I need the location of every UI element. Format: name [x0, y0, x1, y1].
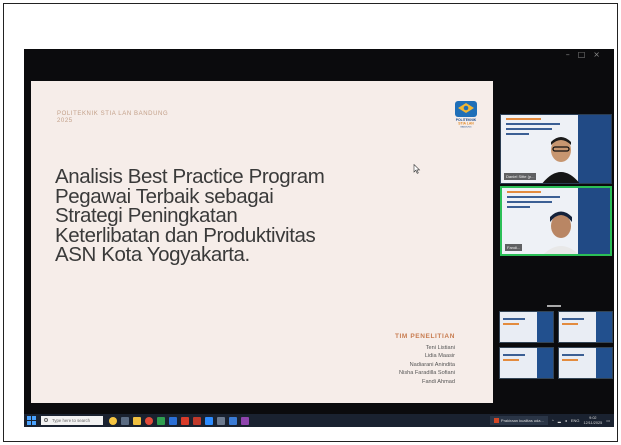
network-icon[interactable]: ▂: [558, 418, 561, 423]
participant-avatar: [542, 137, 580, 183]
pdf-reader-icon[interactable]: [193, 416, 201, 425]
team-member: Lidia Maasir: [424, 353, 455, 360]
slide-title-line: Strategi Peningkatan: [55, 204, 238, 227]
research-team: TIM PENELITIAN Teni Listiani Lidia Maasi…: [395, 333, 455, 387]
slide-title: Analisis Best Practice Program Pegawai T…: [55, 167, 385, 265]
powerpoint-icon[interactable]: [181, 416, 189, 425]
search-placeholder: Type here to search: [52, 418, 90, 423]
team-member: Nadiarani Anindita: [409, 361, 455, 368]
search-icon: [44, 418, 48, 422]
chevron-up-icon[interactable]: ^: [552, 418, 554, 423]
taskbar-apps: [109, 416, 249, 425]
participant-video-tile[interactable]: Daniel Sitte (p...: [500, 114, 612, 184]
participant-video-tile-active[interactable]: Fandi...: [500, 186, 612, 256]
participant-mini-tile[interactable]: [558, 311, 613, 343]
taskbar: Type here to search Prakiraan kualitas u…: [24, 414, 614, 427]
participant-mini-tile[interactable]: [558, 347, 613, 379]
slide-title-line: ASN Kota Yogyakarta.: [55, 243, 250, 266]
taskbar-weather-button[interactable]: Prakiraan kualitas uda...: [489, 416, 548, 425]
close-button[interactable]: ×: [593, 50, 608, 59]
slide-org-name: POLITEKNIK STIA LAN BANDUNG: [57, 111, 169, 117]
participant-name: Fandi...: [505, 244, 523, 251]
tile-blue-panel: [578, 115, 611, 183]
clock[interactable]: 9:02 12/11/2025: [583, 416, 602, 425]
panel-divider[interactable]: [547, 305, 561, 307]
slide-title-line: Analisis Best Practice Program: [55, 165, 325, 188]
chrome-icon[interactable]: [145, 416, 153, 425]
app-icon[interactable]: [241, 416, 249, 425]
notification-icon[interactable]: ▭: [606, 418, 610, 423]
logo-text-2: STIA LAN: [458, 122, 474, 126]
weather-label: Prakiraan kualitas uda...: [500, 418, 544, 423]
slide-org: POLITEKNIK STIA LAN BANDUNG 2025: [57, 111, 168, 125]
weather-badge-icon: [493, 418, 499, 423]
system-tray: Prakiraan kualitas uda... ^ ▂ ◂ ENG 9:02…: [489, 416, 614, 425]
team-member: Fandi Ahmad: [422, 378, 455, 385]
mouse-pointer-icon: [413, 164, 421, 174]
minimize-button[interactable]: –: [566, 50, 578, 59]
word-icon[interactable]: [169, 416, 177, 425]
tile-blue-panel: [577, 188, 610, 254]
volume-icon[interactable]: ◂: [565, 418, 567, 423]
windows-start-icon[interactable]: [27, 416, 37, 425]
excel-icon[interactable]: [157, 416, 165, 425]
taskbar-search-box[interactable]: Type here to search: [41, 416, 103, 425]
team-member: Nisha Faradilla Sofiani: [399, 370, 455, 377]
participant-mini-tile[interactable]: [499, 347, 554, 379]
shared-slide: POLITEKNIK STIA LAN BANDUNG 2025 POLITEK…: [31, 81, 493, 403]
language-indicator[interactable]: ENG: [571, 418, 580, 423]
meeting-app-icon[interactable]: [229, 416, 237, 425]
window-controls[interactable]: –□×: [566, 50, 608, 59]
participant-avatar: [543, 211, 579, 254]
weather-icon[interactable]: [109, 416, 117, 425]
institution-logo: POLITEKNIK STIA LAN BANDUNG: [455, 101, 477, 129]
team-heading: TIM PENELITIAN: [394, 333, 455, 340]
meeting-screen: –□× POLITEKNIK STIA LAN BANDUNG 2025 POL…: [24, 49, 614, 427]
file-explorer-icon[interactable]: [133, 416, 141, 425]
outer-frame: –□× POLITEKNIK STIA LAN BANDUNG 2025 POL…: [3, 3, 618, 442]
app-icon[interactable]: [217, 416, 225, 425]
participant-grid: [499, 311, 614, 389]
logo-text-3: BANDUNG: [461, 126, 472, 129]
participant-name: Daniel Sitte (p...: [504, 173, 537, 180]
clock-date: 12/11/2025: [583, 420, 603, 425]
participant-mini-tile[interactable]: [499, 311, 554, 343]
team-member: Teni Listiani: [425, 344, 455, 351]
task-view-icon[interactable]: [121, 416, 129, 425]
maximize-button[interactable]: □: [578, 50, 594, 59]
zoom-icon[interactable]: [205, 416, 213, 425]
slide-org-year: 2025: [57, 118, 73, 124]
